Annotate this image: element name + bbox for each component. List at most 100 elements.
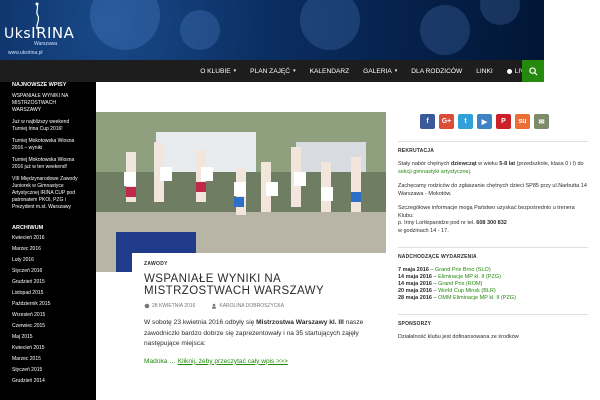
read-more-link[interactable]: Kliknij, żeby przeczytać cały wpis >>>: [178, 358, 288, 365]
email-icon[interactable]: ✉: [534, 114, 549, 129]
post-excerpt: W sobotę 23 kwietnia 2016 odbyły się Mis…: [144, 318, 374, 350]
read-more-prefix: Madoka …: [144, 357, 178, 365]
nav-item-label: PLAN ZAJĘĆ: [250, 67, 291, 75]
event-link[interactable]: World Cup Minsk (BLR): [438, 288, 496, 294]
archive-month-link[interactable]: Grudzień 2014: [12, 378, 84, 385]
archive-month-link[interactable]: Marzec 2015: [12, 356, 84, 363]
recent-post-link[interactable]: VIII Międzynarodowe Zawody Juniorek w Gi…: [12, 176, 84, 211]
user-icon: [212, 303, 217, 309]
pinterest-icon[interactable]: P: [496, 114, 511, 129]
post-category[interactable]: ZAWODY: [144, 261, 374, 267]
sponsors-heading: SPONSORZY: [398, 321, 432, 327]
event-link[interactable]: Eliminacje MP kl. II (PZG): [438, 274, 501, 280]
event-date: 28 maja 2016: [398, 295, 432, 301]
chevron-down-icon: ▾: [293, 68, 296, 74]
header-right-area: [544, 0, 600, 82]
pin-icon: [144, 303, 150, 309]
twitter-icon[interactable]: t: [458, 114, 473, 129]
right-sidebar: f G+ t ▶ Psu ✉ REKRUTACJA Stały nabór chętnyc…: [386, 82, 600, 400]
event-link[interactable]: Grand Prix Brno (SLO): [435, 267, 491, 273]
archive-heading: ARCHIWUM: [12, 225, 44, 231]
site-logo[interactable]: UksIRINA: [4, 24, 74, 42]
nav-item-dla-rodziców[interactable]: DLA RODZICÓW: [404, 60, 469, 82]
event-item: 7 maja 2016 – Grand Prix Brno (SLO): [398, 267, 588, 274]
post-featured-image[interactable]: [96, 112, 386, 272]
nav-item-linki[interactable]: LINKI: [469, 60, 500, 82]
post-meta: 28 KWIETNIA 2016 KAROLINA DOBROSZYCKA: [144, 303, 374, 309]
divider: [398, 247, 588, 248]
google-plus-icon[interactable]: G+: [439, 114, 454, 129]
event-item: 20 maja 2016 – World Cup Minsk (BLR): [398, 288, 588, 295]
excerpt-bold: Mistrzostwa Warszawy kl. III: [256, 319, 344, 326]
social-icons: f G+ t ▶ Psu ✉: [398, 114, 588, 129]
archive-month-link[interactable]: Czerwiec 2015: [12, 323, 84, 330]
archive-month-link[interactable]: Maj 2015: [12, 334, 84, 341]
divider: [398, 141, 588, 142]
post-date-text: 28 KWIETNIA 2016: [152, 303, 196, 309]
bokeh-decoration: [180, 10, 220, 50]
main-content: ZAWODY WSPANIAŁE WYNIKI NA MISTRZOSTWACH…: [96, 82, 386, 400]
events-heading: NADCHODZĄCE WYDARZENIA: [398, 254, 477, 260]
post-card: ZAWODY WSPANIAŁE WYNIKI NA MISTRZOSTWACH…: [132, 253, 386, 400]
events-list: 7 maja 2016 – Grand Prix Brno (SLO) 14 ma…: [398, 267, 588, 302]
post-date[interactable]: 28 KWIETNIA 2016: [144, 303, 203, 309]
event-link[interactable]: OMM Eliminacje MP kl. II (PZG): [438, 295, 516, 301]
logo-url: www.uksirina.pl: [8, 50, 43, 56]
nav-item-label: KALENDARZ: [309, 67, 350, 75]
nav-item-plan-zajęć[interactable]: PLAN ZAJĘĆ ▾: [243, 60, 302, 82]
bokeh-decoration: [480, 0, 520, 25]
archive-month-link[interactable]: Kwiecień 2015: [12, 345, 84, 352]
archive-month-link[interactable]: Październik 2015: [12, 301, 84, 308]
search-button[interactable]: [522, 60, 544, 82]
recruitment-section-link[interactable]: sekcji gimnastyki artystycznej: [398, 169, 470, 175]
logo-name: IRINA: [31, 24, 75, 42]
nav-item-o-klubie[interactable]: O KLUBIE ▾: [193, 60, 243, 82]
read-more-line: Madoka … Kliknij, żeby przeczytać cały w…: [144, 358, 374, 365]
archive-month-link[interactable]: Luty 2016: [12, 257, 84, 264]
logo-prefix: Uks: [4, 26, 32, 42]
left-sidebar: NAJNOWSZE WPISY WSPANIAŁE WYNIKI NA MIST…: [0, 82, 96, 400]
nav-item-label: DLA RODZICÓW: [411, 67, 463, 75]
chevron-down-icon: ▾: [233, 68, 237, 74]
live-icon: [506, 68, 512, 74]
bokeh-decoration: [420, 5, 470, 55]
stumbleupon-icon[interactable]: su: [515, 114, 530, 129]
nav-item-label: O KLUBIE: [200, 67, 231, 75]
recent-post-link[interactable]: Turniej Mokotowska Wiosna 2016 już w ten…: [12, 157, 84, 171]
archive-month-link[interactable]: Marzec 2016: [12, 246, 84, 253]
post-title[interactable]: WSPANIAŁE WYNIKI NA MISTRZOSTWACH WARSZA…: [144, 273, 374, 297]
gymnasts-photo: [96, 112, 386, 272]
site-header: UksIRINA Warszawa www.uksirina.pl: [0, 0, 544, 60]
event-item: 28 maja 2016 – OMM Eliminacje MP kl. II …: [398, 295, 588, 302]
recent-post-link[interactable]: Turniej Mokotowska Wiosna 2016 – wyniki: [12, 138, 84, 152]
recent-post-link[interactable]: Już w najbliższy weekend Turniej Irina C…: [12, 119, 84, 133]
bokeh-decoration: [300, 0, 360, 50]
event-item: 14 maja 2016 – Eliminacje MP kl. II (PZG…: [398, 274, 588, 281]
main-navigation: O KLUBIE ▾ PLAN ZAJĘĆ ▾ KALENDARZ GALERIA ▾ DLA…: [0, 60, 544, 82]
nav-item-galeria[interactable]: GALERIA ▾: [356, 60, 404, 82]
post-author[interactable]: KAROLINA DOBROSZYCKA: [211, 303, 292, 309]
event-item: 14 maja 2016 – Grand Prix (ROM): [398, 281, 588, 288]
recruitment-note: Zachęcamy rodziców do zgłaszanie chętnyc…: [398, 183, 587, 197]
archive-month-link[interactable]: Styczeń 2016: [12, 268, 84, 275]
archive-month-link[interactable]: Grudzień 2015: [12, 279, 84, 286]
event-link[interactable]: Grand Prix (ROM): [438, 281, 482, 287]
bokeh-decoration: [90, 0, 160, 50]
archive-month-link[interactable]: Kwiecień 2016: [12, 235, 84, 242]
event-date: 14 maja 2016: [398, 274, 432, 280]
youtube-icon[interactable]: ▶: [477, 114, 492, 129]
excerpt-text: W sobotę 23 kwietnia 2016 odbyły się: [144, 319, 257, 326]
recruitment-text: Stały nabór chętnych dziewcząt w wieku 5…: [398, 161, 584, 175]
recruitment-heading: REKRUTACJA: [398, 148, 435, 154]
event-date: 14 maja 2016: [398, 281, 432, 287]
archive-month-link[interactable]: Styczeń 2015: [12, 367, 84, 374]
archive-month-link[interactable]: Listopad 2015: [12, 290, 84, 297]
archive-month-link[interactable]: Wrzesień 2015: [12, 312, 84, 319]
recent-post-link[interactable]: WSPANIAŁE WYNIKI NA MISTRZOSTWACH WARSZA…: [12, 93, 84, 114]
facebook-icon[interactable]: f: [420, 114, 435, 129]
nav-item-label: GALERIA: [363, 67, 392, 75]
chevron-down-icon: ▾: [394, 68, 398, 74]
recent-posts-heading: NAJNOWSZE WPISY: [12, 82, 67, 88]
nav-item-kalendarz[interactable]: KALENDARZ: [303, 60, 357, 82]
recruitment-contact: Szczegółowe informacje mogą Państwo uzys…: [398, 205, 575, 234]
